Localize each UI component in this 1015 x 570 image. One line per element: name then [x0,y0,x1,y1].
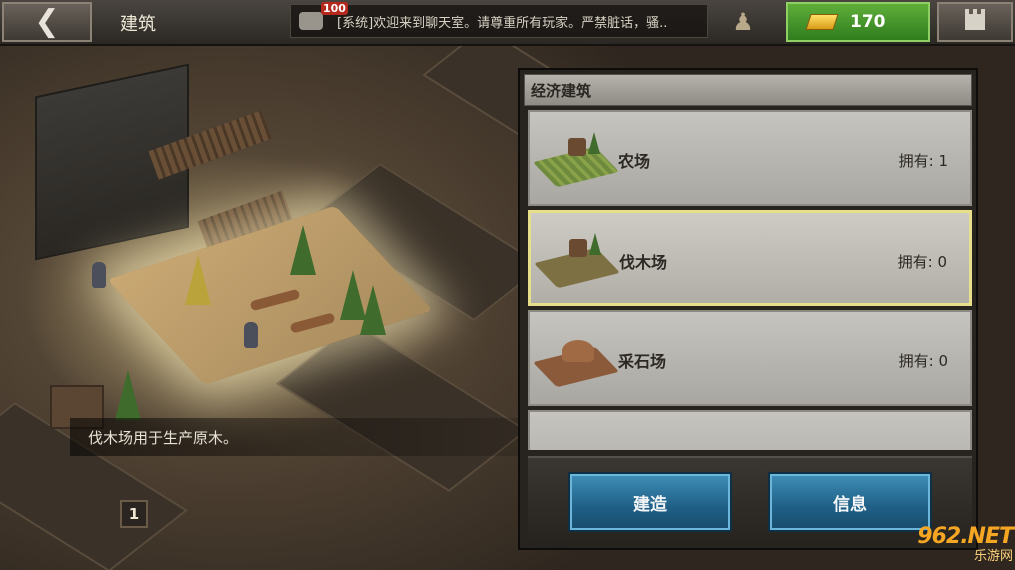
lumber-mill-icon [533,231,621,291]
chat-message: [系统]欢迎来到聊天室。请尊重所有玩家。严禁脏话，骚.. [337,15,668,31]
top-bar: ❮ 建筑 100 [系统]欢迎来到聊天室。请尊重所有玩家。严禁脏话，骚.. ♟ … [0,0,1015,46]
building-card-quarry[interactable]: 采石场 拥有: 0 [528,310,972,406]
gold-amount: 170 [850,12,886,32]
gold-button[interactable]: 170 [786,2,930,42]
back-button[interactable]: ❮ [2,2,92,42]
chat-box[interactable]: 100 [系统]欢迎来到聊天室。请尊重所有玩家。严禁脏话，骚.. [290,2,708,38]
page-title: 建筑 [120,14,156,35]
tree-icon [185,255,211,305]
building-owned: 拥有: 0 [897,253,947,271]
profile-icon[interactable]: ♟ [728,8,758,36]
site-watermark: 962.NET 乐游网 [873,520,1014,568]
building-card-farm[interactable]: 农场 拥有: 1 [528,110,972,206]
building-description: 伐木场用于生产原木。 [70,418,520,456]
building-name: 伐木场 [619,253,668,272]
building-card-partial[interactable] [528,410,972,450]
tree-icon [115,370,141,420]
building-panel: 经济建筑 农场 拥有: 1 伐木场 拥有: 0 采石场 拥有: 0 建造 信息 [518,68,978,550]
selection-pointer-icon [528,253,531,267]
tree-icon [360,285,386,335]
lumberjack-figure [244,322,258,348]
building-owned: 拥有: 0 [898,352,948,370]
building-list[interactable]: 农场 拥有: 1 伐木场 拥有: 0 采石场 拥有: 0 [528,110,972,450]
category-header: 经济建筑 [524,74,972,106]
chat-icon: 100 [299,2,348,30]
castle-icon [965,9,985,30]
watermark-text: 乐游网 [973,549,1013,564]
building-card-lumber-mill[interactable]: 伐木场 拥有: 0 [528,210,972,306]
farm-icon [532,130,620,190]
level-marker: 1 [120,500,148,528]
gold-bar-icon [805,14,839,30]
build-button[interactable]: 建造 [568,472,732,532]
villager-figure [92,262,106,288]
chat-unread-badge: 100 [321,2,348,15]
quarry-icon [532,330,620,390]
building-name: 农场 [618,152,651,171]
building-owned: 拥有: 1 [898,152,948,170]
tree-icon [290,225,316,275]
back-arrow-icon: ❮ [34,4,60,39]
castle-button[interactable] [937,2,1013,42]
building-name: 采石场 [618,352,667,371]
description-text: 伐木场用于生产原木。 [88,428,239,447]
